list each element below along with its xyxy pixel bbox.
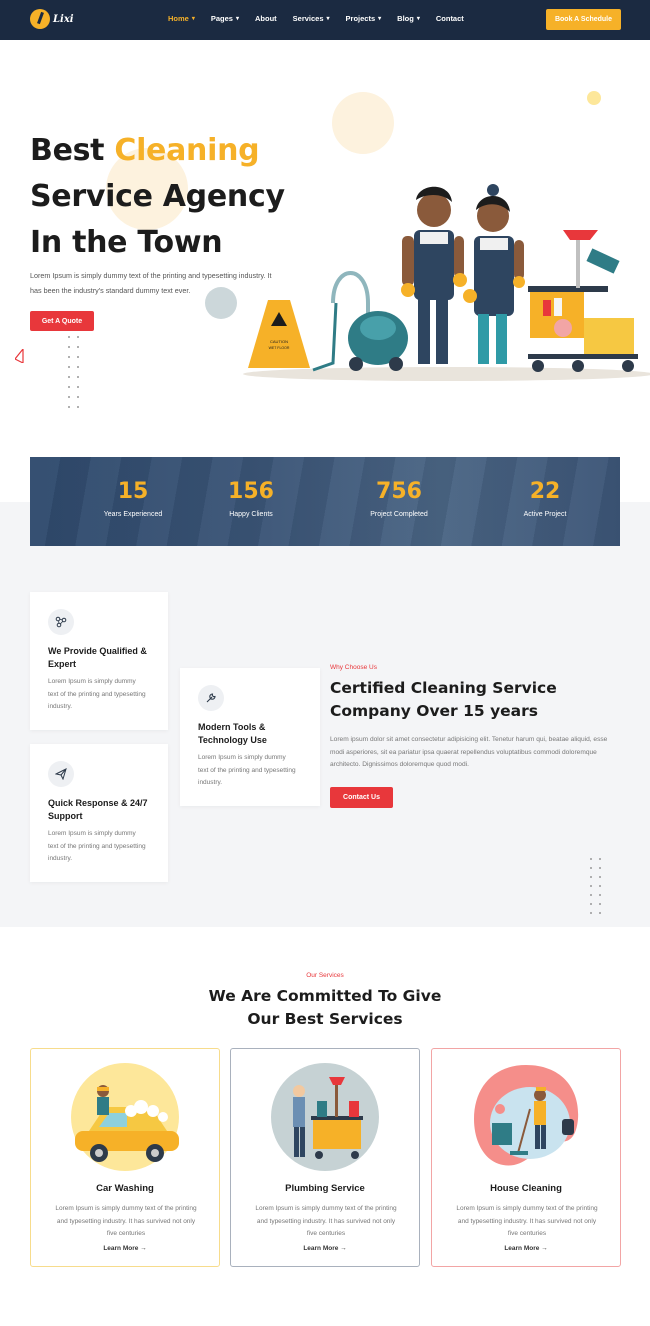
paper-plane-icon [48,761,74,787]
service-card-plumbing[interactable]: Plumbing Service Lorem Ipsum is simply d… [230,1048,420,1267]
chevron-down-icon: ▾ [326,16,330,22]
network-icon [48,609,74,635]
book-schedule-button[interactable]: Book A Schedule [546,9,621,30]
logo-text: Lixi [53,13,74,25]
service-name: Car Washing [96,1183,154,1194]
learn-more-link[interactable]: Learn More → [432,1245,620,1252]
stat-number: 22 [529,479,561,504]
dots-decor [68,336,80,408]
learn-more-link[interactable]: Learn More → [231,1245,419,1252]
menu-item-about[interactable]: About [255,14,277,23]
why-description: Lorem ipsum dolor sit amet consectetur a… [330,736,608,768]
stat-label: Active Project [523,511,567,518]
caution-sign-text: CAUTION [270,339,288,344]
why-subtitle: Why Choose Us [330,664,377,671]
feature-card: We Provide Qualified & Expert Lorem Ipsu… [30,592,168,730]
menu-item-label: Pages [210,14,233,23]
dots-decor [590,858,602,914]
logo[interactable]: Lixi [30,9,74,29]
menu-item-label: Services [292,14,324,23]
wrench-icon [198,685,224,711]
services-title-text: We Are Committed To Give Our Best Servic… [208,987,442,1028]
menu-item-label: Home [168,14,189,23]
stats-banner: 15 Years Experienced 156 Happy Clients 756… [30,457,620,546]
menu-item-projects[interactable]: Projects ▾ [346,14,382,23]
chevron-down-icon: ▾ [235,16,239,22]
top-navbar: Lixi Home ▾ Pages ▾ About Services ▾ Projects ▾ B… [0,0,650,40]
feature-card: Modern Tools & Technology Use Lorem Ipsu… [180,668,320,806]
menu-item-label: Contact [435,14,464,23]
why-title: Certified Cleaning Service Company Over … [330,679,557,720]
contact-us-button[interactable]: Contact Us [330,787,393,808]
menu-item-blog[interactable]: Blog ▾ [397,14,420,23]
cleaners-illustration: CAUTION WET FLOOR [243,184,650,381]
stat-number: 15 [117,479,149,504]
service-name: House Cleaning [490,1183,562,1194]
menu-item-services[interactable]: Services ▾ [293,14,330,23]
car-washing-illustration [71,1063,179,1171]
get-quote-button[interactable]: Get A Quote [30,311,94,331]
menu-item-label: About [254,14,277,23]
house-cleaning-illustration [474,1065,579,1166]
service-description: Lorem Ipsum is simply dummy text of the … [456,1205,598,1237]
feature-card-text: Lorem Ipsum is simply dummy text of the … [48,830,146,862]
chevron-down-icon: ▾ [416,16,420,22]
stat-label: Years Experienced [103,511,163,518]
hero-title-part: Best [30,133,115,168]
services-title: We Are Committed To Give Our Best Servic… [0,985,650,1031]
menu-item-label: Projects [345,14,376,23]
stat-item: 15 Years Experienced [78,479,188,518]
triangle-decor-icon [15,349,24,363]
feature-card-text: Lorem Ipsum is simply dummy text of the … [198,754,296,786]
wet-floor-text: WET FLOOR [269,346,290,350]
decor-circle [332,92,394,154]
stat-item: 156 Happy Clients [196,479,306,518]
feature-card-text: Lorem Ipsum is simply dummy text of the … [48,678,146,710]
service-card-house-cleaning[interactable]: House Cleaning Lorem Ipsum is simply dum… [431,1048,621,1267]
services-subtitle: Our Services [306,972,344,979]
service-name: Plumbing Service [285,1183,365,1194]
stat-number: 756 [376,479,422,504]
menu-item-label: Blog [397,14,414,23]
stat-number: 156 [228,479,274,504]
plumbing-illustration [271,1063,379,1171]
decor-circle [587,91,601,105]
feature-card-title: We Provide Qualified & Expert [48,646,147,669]
stat-label: Project Completed [370,511,428,518]
learn-more-link[interactable]: Learn More → [31,1245,219,1252]
stat-label: Happy Clients [229,511,273,518]
service-description: Lorem Ipsum is simply dummy text of the … [55,1205,197,1237]
feature-card-title: Modern Tools & Technology Use [198,722,267,745]
hero-title-highlight: Cleaning [114,133,260,168]
menu-item-pages[interactable]: Pages ▾ [211,14,239,23]
chevron-down-icon: ▾ [378,16,382,22]
logo-icon [30,9,50,29]
feature-card: Quick Response & 24/7 Support Lorem Ipsu… [30,744,168,882]
menu-item-home[interactable]: Home ▾ [168,14,195,23]
service-card-car-washing[interactable]: Car Washing Lorem Ipsum is simply dummy … [30,1048,220,1267]
feature-card-title: Quick Response & 24/7 Support [48,798,148,821]
service-description: Lorem Ipsum is simply dummy text of the … [255,1205,397,1237]
chevron-down-icon: ▾ [191,16,195,22]
menu-item-contact[interactable]: Contact [436,14,464,23]
main-menu: Home ▾ Pages ▾ About Services ▾ Projects ▾ Blog ▾ C… [168,14,480,23]
stat-item: 756 Project Completed [344,479,454,518]
stat-item: 22 Active Project [490,479,600,518]
